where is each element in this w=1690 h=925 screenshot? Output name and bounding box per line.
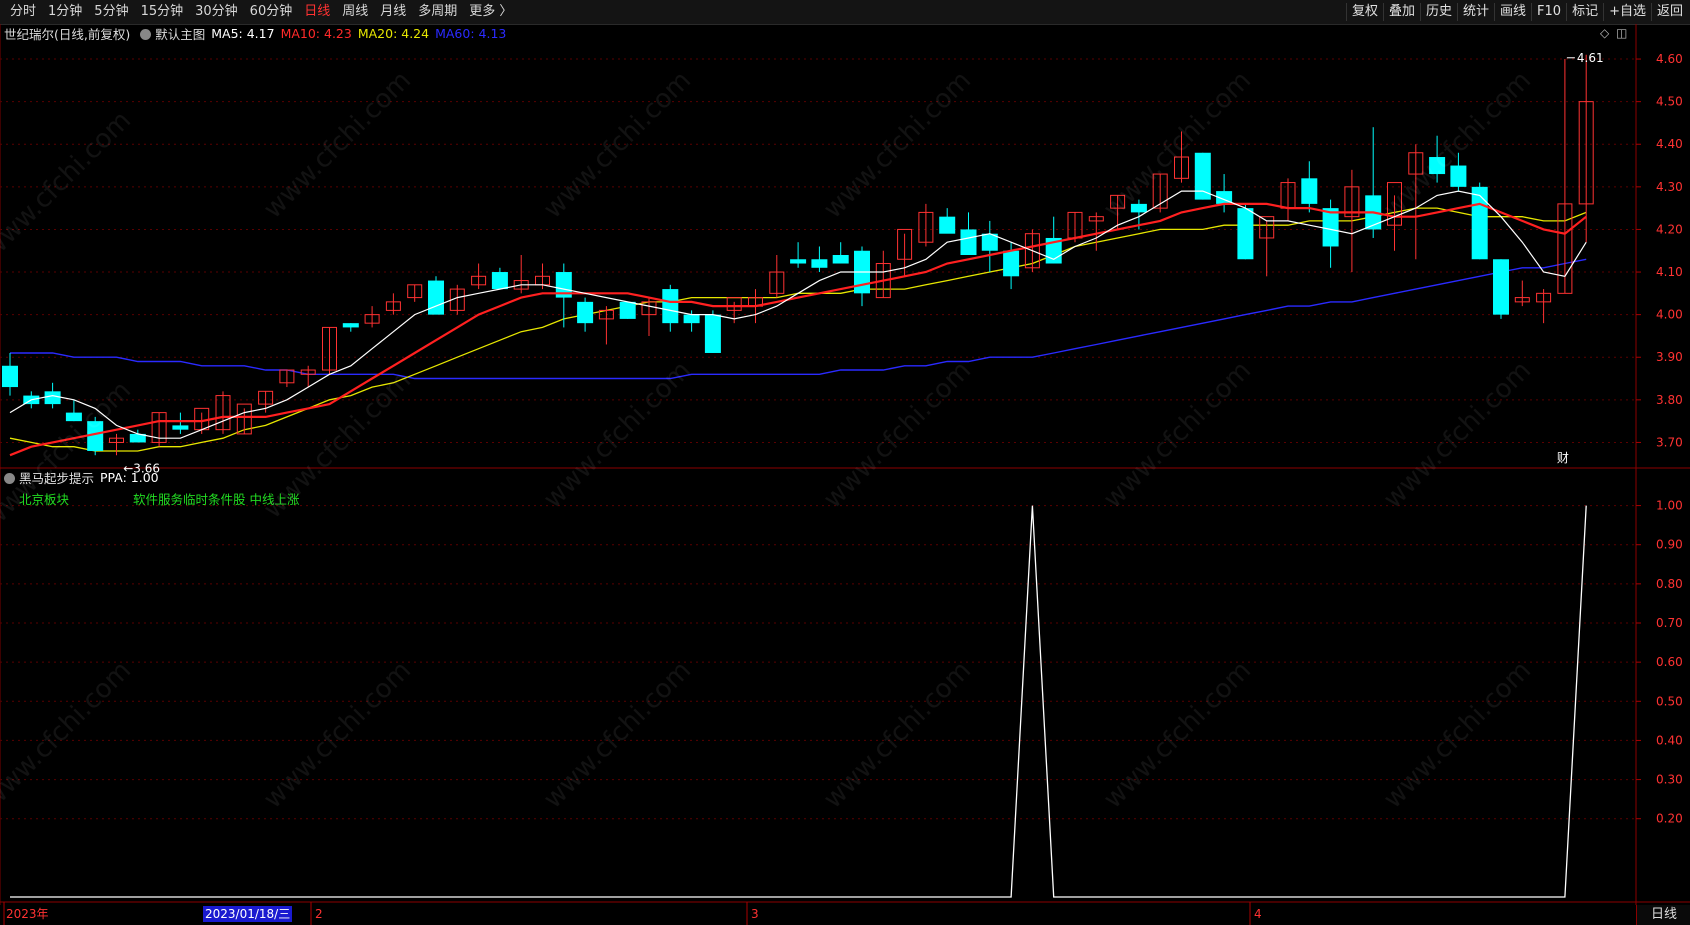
x-axis-label: 2023年 [6,907,49,921]
ppa-label: PPA: 1.00 [100,469,159,485]
candle-body-down [1322,208,1339,247]
candle-body-down [939,216,956,234]
candle-body-down [1301,178,1318,204]
bottom-period-tab[interactable]: 日线 [1636,905,1690,925]
candle-body-down [1471,186,1488,260]
candle-body-down [1194,152,1211,200]
ma10-line [9,202,1587,457]
candle-body-down [1493,259,1509,315]
concept-tags: 软件服务临时条件股 中线上涨 [133,492,300,507]
main-panel-header: 世纪瑞尔(日线,前复权) 默认主图 MA5: 4.17 MA10: 4.23 M… [0,24,1600,42]
main-y-tick-label: 4.30 [1656,180,1683,194]
main-y-tick-label: 3.80 [1656,393,1683,407]
sub-y-tick-label: 0.50 [1656,694,1683,708]
ma60-line [10,258,1587,380]
candle-body-down [1429,157,1446,175]
candle-body-down [491,272,508,290]
sub-y-tick-label: 0.60 [1656,655,1683,669]
candle-body-down [683,314,700,324]
finance-marker: 财 [1557,451,1569,465]
sub-y-tick-label: 0.30 [1656,773,1683,787]
candle-body-down [790,259,807,264]
panel-diamond-icon[interactable]: ◇ [1600,26,1609,40]
candle-body-down [960,229,977,255]
sub-y-tick-label: 0.20 [1656,812,1683,826]
candle-body-down [44,391,61,405]
candle-body-down [662,289,679,324]
kline-chart[interactable]: 4.60 4.50 4.40 4.30 4.20 4.10 4.00 3.90 3.80 3.70… [0,0,1690,925]
candle-body-down [832,255,849,264]
x-axis-label: 4 [1254,907,1262,921]
candle-body-down [172,425,189,430]
candle-body-down [619,301,636,319]
candle-body-down [65,412,82,422]
candle-body-down [1130,203,1147,213]
candle-body-down [1237,208,1254,260]
sub-indicator-title[interactable]: 黑马起步提示 [19,468,94,487]
sub-y-tick-label: 0.40 [1656,733,1683,747]
main-y-tick-label: 3.90 [1656,350,1683,364]
sub-y-tick-label: 0.70 [1656,616,1683,630]
sub-indicator-toggle-icon[interactable] [4,472,15,484]
candle-body-down [2,365,18,388]
main-y-tick-label: 4.20 [1656,222,1683,236]
sub-y-tick-label: 0.80 [1656,577,1683,591]
candle-body-down [811,259,828,268]
candle-body-down [428,280,444,315]
candle-body-down [1450,165,1467,187]
candle-body-down [342,323,359,328]
candle-body-down [1003,250,1020,277]
x-axis-label: 3 [751,907,759,921]
sub-y-tick-label: 1.00 [1656,499,1683,513]
high-label: 4.61 [1577,51,1604,65]
ma60-label: MA60: 4.13 [435,25,507,41]
sector-tag: 北京板块 [19,492,70,507]
cursor-date: 2023/01/18/三 [203,906,293,922]
candle-body-down [577,301,594,324]
stock-title[interactable]: 世纪瑞尔(日线,前复权) [4,24,130,43]
main-y-tick-label: 4.60 [1656,52,1683,66]
indicator-name[interactable]: 默认主图 [155,24,205,43]
indicator-toggle-icon[interactable] [140,28,152,40]
x-axis-label: 2 [315,907,323,921]
main-y-tick-label: 3.70 [1656,435,1683,449]
sub-panel-header: 黑马起步提示 PPA: 1.00 [0,468,159,486]
panel-maximize-icon[interactable]: ◫ [1616,26,1627,40]
ma20-label: MA20: 4.24 [357,25,430,41]
main-y-tick-label: 4.10 [1656,265,1683,279]
ma10-label: MA10: 4.23 [280,25,352,41]
ma5-label: MA5: 4.17 [211,25,275,41]
candle-body-down [704,314,721,353]
sub-y-tick-label: 0.90 [1656,538,1683,552]
main-y-tick-label: 4.40 [1656,137,1683,151]
main-y-tick-label: 4.50 [1656,95,1683,109]
main-y-tick-label: 4.00 [1656,308,1683,322]
